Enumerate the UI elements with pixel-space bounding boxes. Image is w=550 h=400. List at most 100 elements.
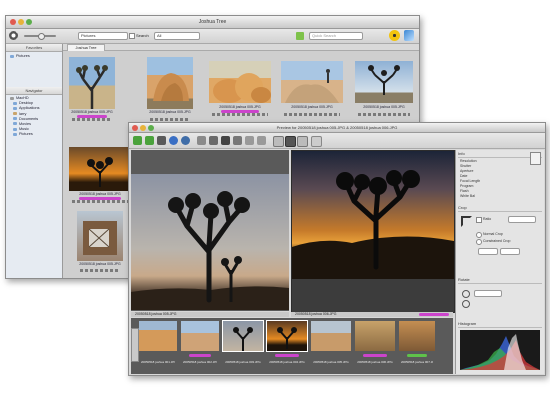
path-select[interactable]: Pictures	[78, 32, 128, 40]
rotate-right-icon[interactable]	[462, 300, 470, 308]
thumbnail[interactable]: 20050518 joshua 005.JPG	[77, 211, 123, 275]
filmstrip-image	[399, 321, 435, 351]
zoom-in-icon[interactable]	[245, 136, 254, 145]
thumbnail-caption: 20050518 joshua 005.JPG	[291, 105, 333, 109]
thumbnail[interactable]: 20050518 joshua 005.JPG	[281, 61, 343, 121]
compare-pane-right[interactable]	[291, 150, 455, 313]
filter-checkbox[interactable]	[129, 33, 135, 39]
crop-width-field[interactable]	[478, 248, 498, 255]
filmstrip-item[interactable]: 20050518 joshua 002.JPG	[181, 321, 219, 371]
ratio-select[interactable]	[508, 216, 536, 223]
tag-icon[interactable]	[296, 32, 304, 40]
rating-stars[interactable]	[72, 118, 112, 121]
filmstrip: 20050518 joshua 001.JPG 20050518 joshua …	[131, 318, 453, 374]
rotate-section-header[interactable]: Rotate	[458, 276, 542, 284]
crop-section-header[interactable]: Crop	[458, 204, 542, 212]
crop-ratio-label: Ratio	[483, 217, 492, 221]
compare-icon[interactable]	[221, 136, 230, 145]
globe-icon[interactable]	[181, 136, 190, 145]
rating-stars[interactable]	[150, 118, 190, 121]
rating-stars[interactable]	[284, 113, 340, 116]
rotate-icon[interactable]	[197, 136, 206, 145]
rotate-left-icon[interactable]	[462, 290, 470, 298]
constrained-crop-radio[interactable]	[476, 239, 482, 245]
color-label	[363, 354, 387, 357]
next-icon[interactable]	[145, 136, 154, 145]
trash-icon[interactable]	[233, 136, 242, 145]
rating-stars[interactable]	[72, 200, 128, 203]
filmstrip-item[interactable]: 20050518 joshua 005.JPG	[311, 321, 351, 371]
thumbnail-image	[209, 61, 271, 103]
rotate-angle-field[interactable]	[474, 290, 502, 297]
gear-icon[interactable]	[9, 31, 18, 40]
filmstrip-item[interactable]: 20050518 joshua 003.JPG	[222, 320, 264, 371]
thumbnail-caption: 20050518 joshua 005.JPG	[79, 192, 121, 196]
rock-climber-shape	[285, 69, 339, 103]
thumbnail[interactable]: 20050518 joshua 005.JPG	[209, 61, 271, 121]
viewer-toolbar	[129, 133, 545, 149]
thumbnail-image	[147, 57, 193, 109]
filmstrip-image	[266, 320, 308, 352]
filmstrip-caption: 20050518 joshua 001.JPG	[141, 360, 175, 364]
thumbnail-image	[69, 147, 131, 191]
color-label	[419, 313, 449, 316]
joshua-tree-silhouette	[292, 170, 454, 279]
filmstrip-item[interactable]: 20050518 joshua 006.JPG	[355, 321, 395, 371]
rating-stars[interactable]	[212, 113, 268, 116]
tree-item-pictures[interactable]: Pictures	[10, 132, 39, 137]
thumbnail[interactable]: 20050518 joshua 005.JPG	[69, 57, 115, 121]
color-label	[189, 354, 211, 357]
favorites-item[interactable]: Pictures	[10, 54, 30, 59]
fullscreen-icon[interactable]	[169, 136, 178, 145]
filmstrip-item[interactable]: 20050518 joshua 007.JPG	[399, 321, 435, 371]
thumbnail-caption: 20050518 joshua 005.JPG	[71, 110, 113, 114]
filmstrip-item[interactable]: 20050518 joshua 004.JPG	[266, 320, 308, 371]
previous-icon[interactable]	[133, 136, 142, 145]
burn-icon[interactable]	[389, 30, 400, 41]
quick-search-input[interactable]: Quick Search	[309, 32, 363, 40]
zoom-out-icon[interactable]	[257, 136, 266, 145]
browser-titlebar[interactable]: Joshua Tree	[6, 16, 419, 29]
crop-icon[interactable]	[461, 216, 472, 227]
single-view-icon[interactable]	[273, 136, 284, 147]
histogram-section-header[interactable]: Histogram	[458, 320, 542, 328]
filmstrip-scroll-tab[interactable]	[131, 328, 139, 362]
upload-icon[interactable]	[404, 30, 414, 41]
info-row: Aperture	[460, 169, 474, 173]
filmstrip-caption: 20050518 joshua 004.JPG	[269, 360, 305, 364]
rating-stars[interactable]	[358, 113, 410, 116]
viewer-window: Preview for 20050518 joshua 005.JPG & 20…	[128, 122, 546, 376]
crop-icon[interactable]	[209, 136, 218, 145]
filmstrip-item[interactable]: 20050518 joshua 001.JPG	[139, 321, 177, 371]
filmstrip-caption: 20050518 joshua 003.JPG	[225, 360, 261, 364]
filter-select[interactable]: All	[154, 32, 200, 40]
thumbnail[interactable]: 20050518 joshua 005.JPG	[355, 61, 413, 121]
color-label	[407, 354, 427, 357]
constrained-crop-label: Constrained Crop	[483, 239, 511, 243]
folder-icon	[10, 54, 14, 58]
grid-view-icon[interactable]	[297, 136, 308, 147]
joshua-tree-icon	[87, 157, 113, 187]
ratio-checkbox[interactable]	[476, 217, 482, 223]
folder-icon	[13, 117, 17, 121]
home-icon	[13, 112, 17, 116]
viewer-titlebar[interactable]: Preview for 20050518 joshua 005.JPG & 20…	[129, 123, 545, 133]
thumbnail-image	[69, 57, 115, 109]
info-icon[interactable]	[311, 136, 322, 147]
compare-pane-left[interactable]	[131, 150, 289, 311]
filmstrip-image	[355, 321, 395, 351]
right-caption: 20050518 joshua 006.JPG	[295, 312, 337, 316]
zoom-slider-icon[interactable]	[24, 33, 56, 40]
crop-height-field[interactable]	[500, 248, 520, 255]
rating-stars[interactable]	[80, 269, 120, 272]
split-view-icon[interactable]	[285, 136, 296, 147]
info-icon	[530, 152, 541, 165]
info-row: Shutter	[460, 164, 472, 168]
thumbnail[interactable]: 20050518 joshua 005.JPG	[147, 57, 193, 121]
tab-joshua-tree[interactable]: Joshua Tree	[67, 44, 105, 51]
normal-crop-radio[interactable]	[476, 232, 482, 238]
info-row: Program	[460, 184, 474, 188]
favorites-header: Favorites	[6, 44, 62, 52]
slideshow-icon[interactable]	[157, 136, 166, 145]
thumbnail[interactable]: 20050518 joshua 005.JPG	[69, 147, 131, 205]
